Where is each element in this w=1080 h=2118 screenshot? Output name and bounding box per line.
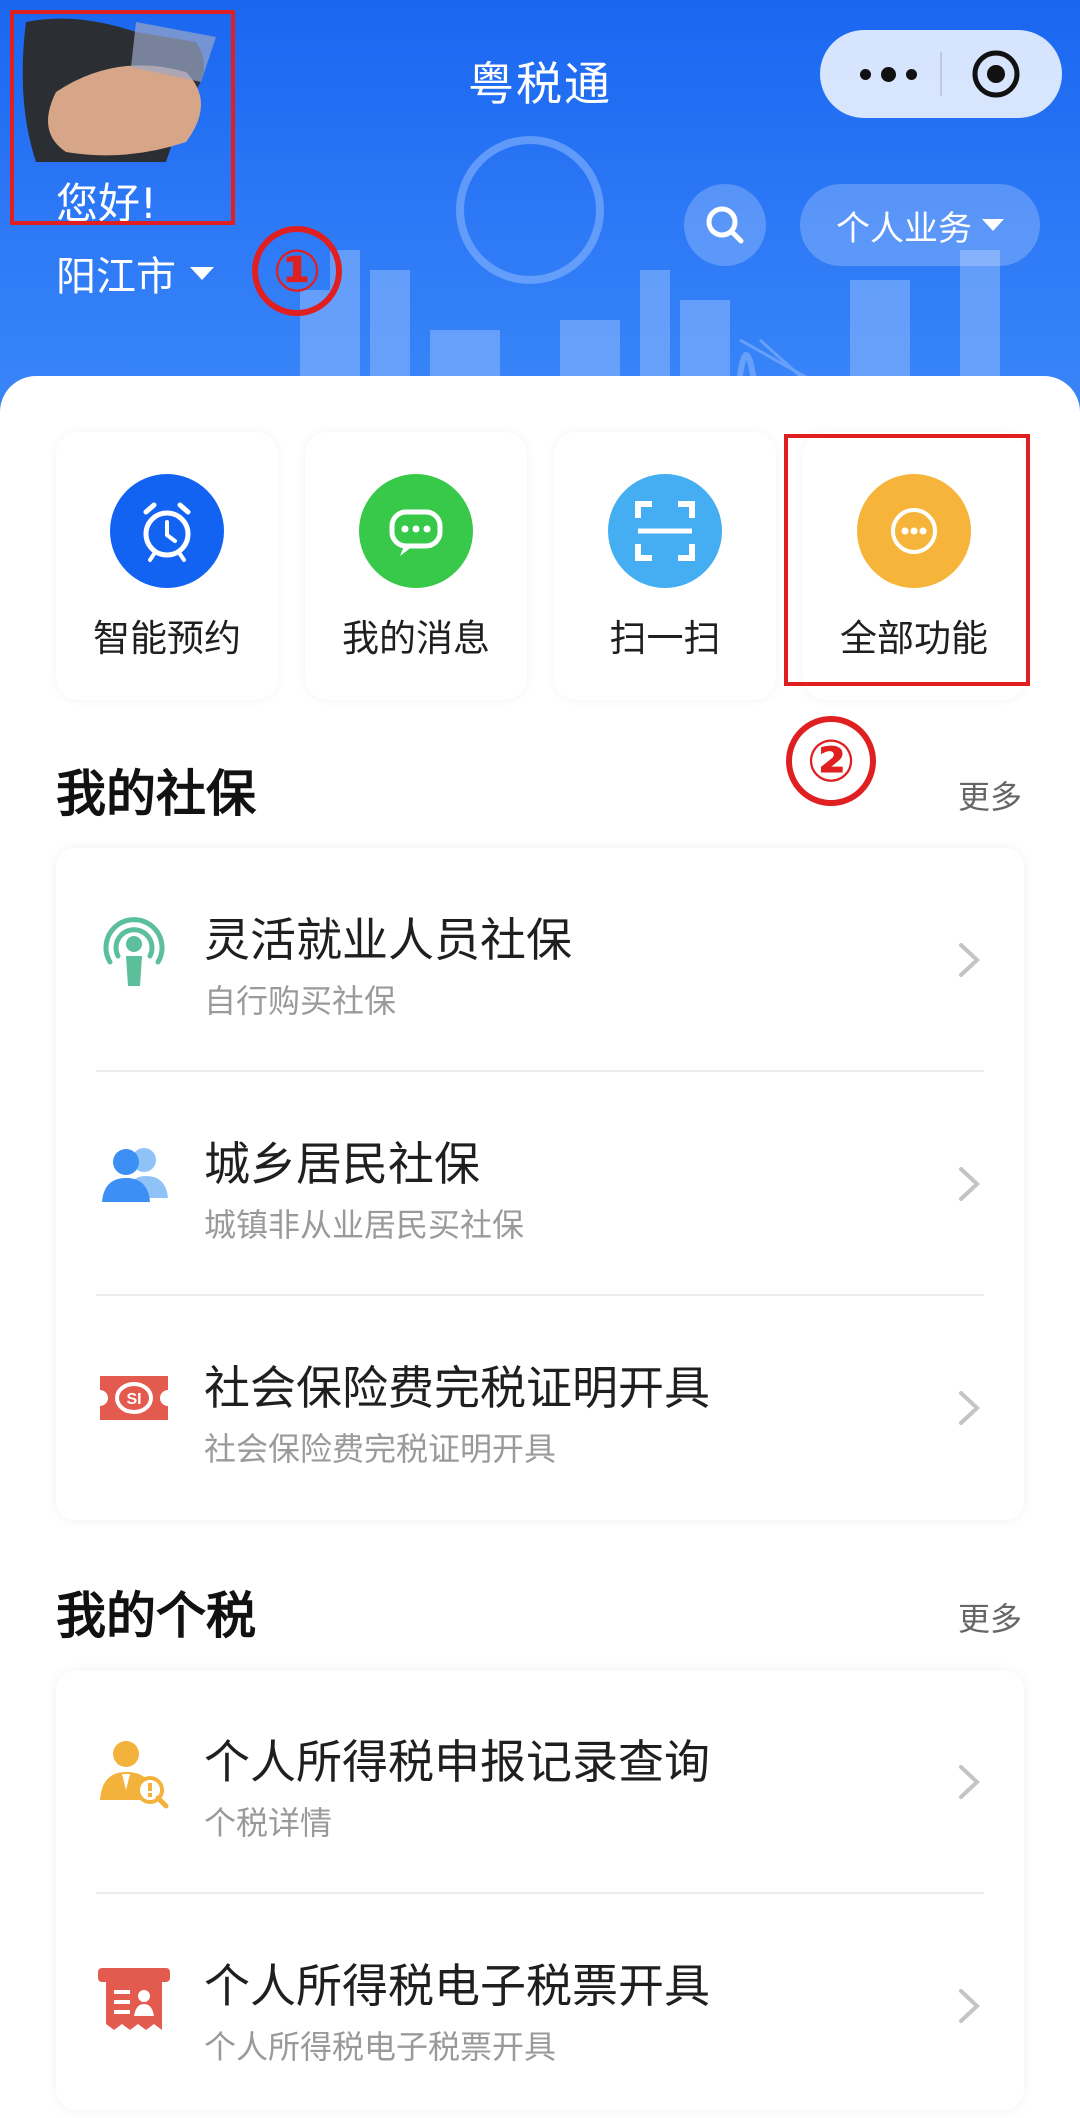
quick-action-messages[interactable]: 我的消息 (305, 432, 527, 700)
mini-program-capsule (820, 30, 1062, 118)
chevron-right-icon (959, 1391, 980, 1425)
quick-action-scan[interactable]: 扫一扫 (554, 432, 776, 700)
caret-down-icon (982, 219, 1004, 231)
annotation-marker-2: ② (786, 716, 876, 806)
quick-action-label: 我的消息 (342, 617, 490, 660)
header: 粤税通 您好! 阳江市 ① 个人业务 (0, 0, 1080, 420)
list-item-tax-e-ticket[interactable]: 个人所得税电子税票开具 个人所得税电子税票开具 (56, 1894, 1024, 2118)
chevron-right-icon (959, 943, 980, 977)
annotation-marker-1: ① (252, 226, 342, 316)
business-type-selector[interactable]: 个人业务 (800, 184, 1040, 266)
section-title-personal-tax: 我的个税 (56, 1587, 256, 1645)
si-ticket-icon: SI (100, 1376, 168, 1420)
quick-action-label: 智能预约 (93, 617, 241, 660)
business-type-label: 个人业务 (836, 208, 972, 249)
scan-icon (608, 474, 722, 588)
quick-action-appointment[interactable]: 智能预约 (56, 432, 278, 700)
section-title-social-insurance: 我的社保 (56, 765, 256, 823)
city-selector[interactable]: 阳江市 (56, 244, 214, 302)
chat-bubble-icon (359, 474, 473, 588)
list-item-urban-rural-residents[interactable]: 城乡居民社保 城镇非从业居民买社保 (56, 1072, 1024, 1296)
list-item-subtitle: 个税详情 (204, 1804, 333, 1842)
list-item-subtitle: 自行购买社保 (204, 982, 397, 1020)
list-item-subtitle: 社会保险费完税证明开具 (204, 1430, 557, 1468)
list-item-tax-record-query[interactable]: 个人所得税申报记录查询 个税详情 (56, 1670, 1024, 1894)
city-label: 阳江市 (56, 254, 176, 300)
quick-action-label: 扫一扫 (609, 617, 721, 660)
users-icon (102, 1148, 168, 1202)
chevron-right-icon (959, 1167, 980, 1201)
list-item-title: 城乡居民社保 (204, 1137, 480, 1191)
receipt-icon (98, 1968, 170, 2030)
search-icon (706, 206, 744, 244)
search-button[interactable] (684, 184, 766, 266)
list-item-subtitle: 个人所得税电子税票开具 (204, 2028, 557, 2066)
more-options-icon[interactable] (838, 50, 938, 98)
annotation-box-2 (784, 434, 1030, 686)
close-target-icon[interactable] (970, 48, 1022, 100)
tax-more-link[interactable]: 更多 (958, 1594, 1022, 1640)
broadcast-person-icon (103, 917, 165, 986)
social-more-link[interactable]: 更多 (958, 772, 1022, 818)
list-item-insurance-tax-certificate[interactable]: SI 社会保险费完税证明开具 社会保险费完税证明开具 (56, 1296, 1024, 1520)
list-item-title: 个人所得税申报记录查询 (204, 1735, 710, 1789)
chevron-right-icon (959, 1989, 980, 2023)
list-item-flexible-employment[interactable]: 灵活就业人员社保 自行购买社保 (56, 848, 1024, 1072)
list-item-title: 个人所得税电子税票开具 (204, 1959, 710, 2013)
list-item-title: 灵活就业人员社保 (204, 913, 572, 967)
list-item-subtitle: 城镇非从业居民买社保 (204, 1206, 525, 1244)
caret-down-icon (190, 266, 214, 280)
alarm-clock-icon (110, 474, 224, 588)
personal-tax-card: 个人所得税申报记录查询 个税详情 个人所得税电子税票开具 个人所得税电子税票开具 (56, 1670, 1024, 2110)
social-insurance-card: 灵活就业人员社保 自行购买社保 城乡居民社保 城镇非从业居民买社保 SI 社会保… (56, 848, 1024, 1520)
svg-text:SI: SI (126, 1391, 141, 1408)
annotation-box-1 (10, 10, 235, 225)
chevron-right-icon (959, 1765, 980, 1799)
list-item-title: 社会保险费完税证明开具 (204, 1361, 710, 1415)
user-search-icon (100, 1741, 169, 1809)
